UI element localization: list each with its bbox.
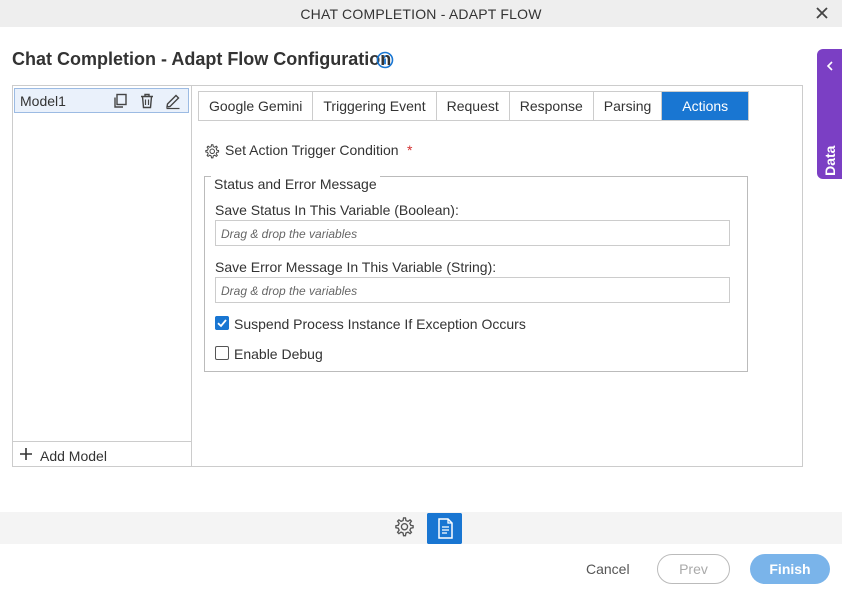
- cancel-button[interactable]: Cancel: [586, 561, 630, 577]
- model-name: Model1: [20, 93, 66, 109]
- suspend-process-checkbox[interactable]: [215, 316, 229, 330]
- model-list-pane: [12, 85, 192, 467]
- edit-icon[interactable]: [164, 92, 182, 110]
- model-list-item[interactable]: Model1: [14, 88, 189, 113]
- delete-icon[interactable]: [138, 92, 156, 110]
- page-title: Chat Completion - Adapt Flow Configurati…: [12, 49, 392, 69]
- tab-parsing[interactable]: Parsing: [593, 92, 663, 120]
- close-icon[interactable]: [812, 3, 832, 23]
- app-data-label: App Data: [822, 145, 838, 207]
- error-variable-dropzone[interactable]: Drag & drop the variables: [215, 277, 730, 303]
- enable-debug-checkbox[interactable]: [215, 346, 229, 360]
- suspend-process-label: Suspend Process Instance If Exception Oc…: [234, 316, 526, 332]
- tab-triggering-event[interactable]: Triggering Event: [313, 92, 437, 120]
- copy-icon[interactable]: [111, 92, 129, 110]
- tab-response[interactable]: Response: [509, 92, 594, 120]
- tab-google-gemini[interactable]: Google Gemini: [199, 92, 314, 120]
- window-title: CHAT COMPLETION - ADAPT FLOW: [300, 6, 542, 22]
- info-icon[interactable]: [376, 51, 394, 69]
- finish-button[interactable]: Finish: [750, 554, 830, 584]
- trigger-condition-label: Set Action Trigger Condition: [225, 142, 399, 158]
- tab-bar: Google Gemini Triggering Event Request R…: [198, 91, 750, 121]
- add-model-label: Add Model: [40, 448, 107, 464]
- app-data-tab[interactable]: App Data: [817, 49, 842, 207]
- tab-request[interactable]: Request: [436, 92, 510, 120]
- gear-icon: [205, 144, 220, 159]
- add-model-button[interactable]: Add Model: [12, 441, 192, 467]
- plus-icon: [20, 448, 32, 460]
- bottom-toolbar: [0, 512, 842, 544]
- required-marker: *: [407, 142, 413, 158]
- title-bar: CHAT COMPLETION - ADAPT FLOW: [0, 0, 842, 27]
- tab-actions[interactable]: Actions: [662, 92, 749, 120]
- error-variable-label: Save Error Message In This Variable (Str…: [215, 259, 497, 275]
- status-variable-dropzone[interactable]: Drag & drop the variables: [215, 220, 730, 246]
- status-variable-label: Save Status In This Variable (Boolean):: [215, 202, 459, 218]
- prev-button[interactable]: Prev: [657, 554, 730, 584]
- document-view-icon[interactable]: [427, 513, 462, 544]
- group-legend: Status and Error Message: [211, 176, 380, 192]
- enable-debug-label: Enable Debug: [234, 346, 323, 362]
- chevron-left-icon: [826, 61, 833, 71]
- settings-gear-icon[interactable]: [393, 516, 416, 539]
